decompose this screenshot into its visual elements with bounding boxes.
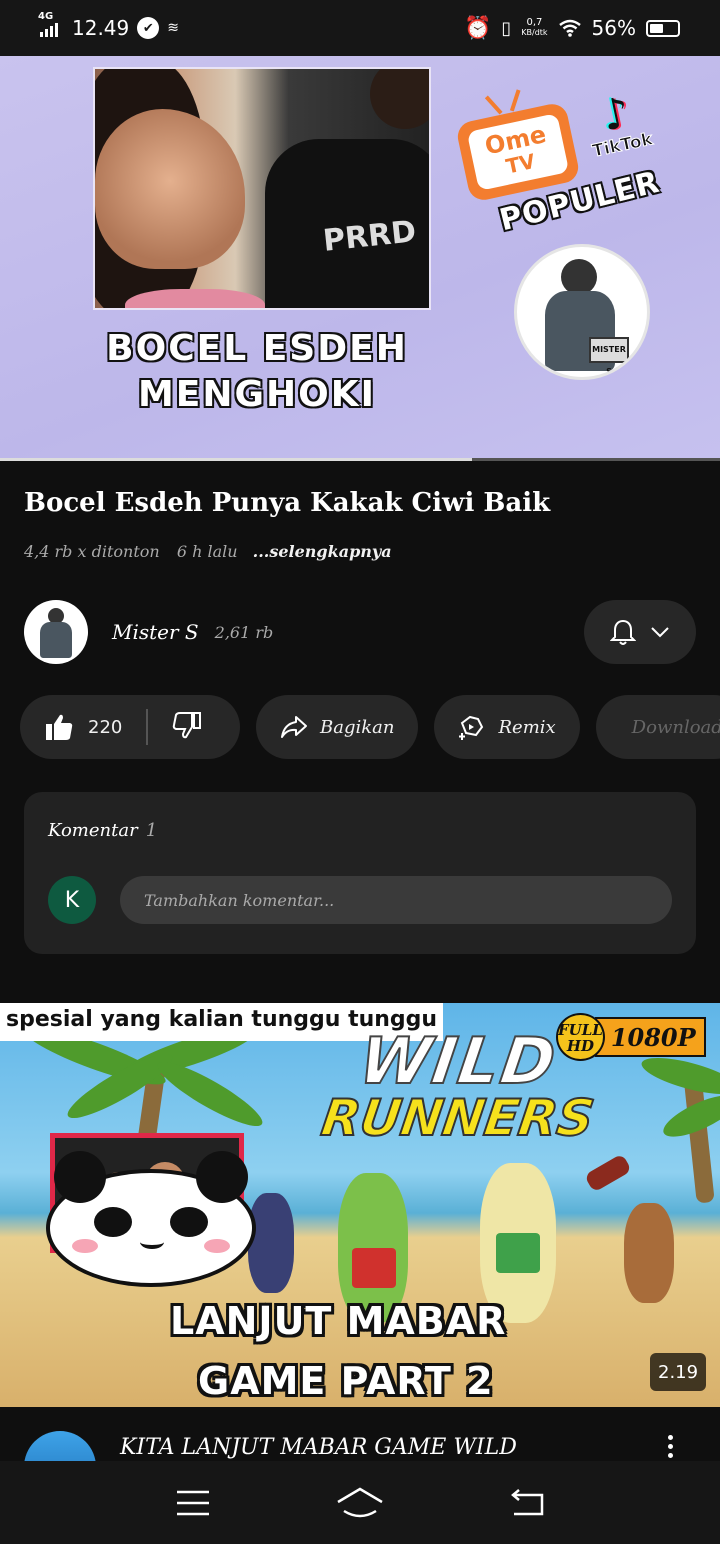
- add-comment-input[interactable]: Tambahkan komentar...: [120, 876, 672, 924]
- tiktok-logo: ♪ TikTok: [572, 84, 664, 163]
- view-count: 4,4 rb x ditonton: [24, 542, 160, 561]
- mister-s-badge: MISTER S: [514, 244, 650, 380]
- status-bar: 4G 12.49 ✔ ≋ ⏰ ▯ 0,7 KB/dtk 56%: [0, 0, 720, 56]
- remix-icon: [459, 715, 484, 740]
- thumbs-down-icon: [173, 711, 202, 738]
- panda-face-sticker: [46, 1151, 256, 1287]
- vibrate-icon: ▯: [501, 17, 512, 39]
- back-icon: [510, 1488, 543, 1515]
- video-progress-fill: [0, 458, 472, 461]
- full-hd-badge: FULL HD 1080P: [556, 1013, 706, 1061]
- comments-card[interactable]: Komentar 1 K Tambahkan komentar...: [24, 792, 696, 954]
- upload-age: 6 h lalu: [176, 542, 238, 561]
- thumbnail-caption-line1: LANJUT MABAR: [170, 1299, 507, 1343]
- next-channel-avatar[interactable]: [24, 1431, 96, 1461]
- video-title: Bocel Esdeh Punya Kakak Ciwi Baik: [24, 488, 551, 518]
- dislike-button[interactable]: [172, 710, 202, 745]
- check-icon: ✔: [137, 17, 160, 39]
- remix-button[interactable]: Remix: [434, 695, 580, 759]
- wifi-icon: [558, 19, 581, 37]
- comments-count: 1: [145, 820, 158, 841]
- comments-label: Komentar: [48, 820, 138, 841]
- download-button[interactable]: Download: [595, 695, 720, 759]
- back-button[interactable]: [497, 1478, 557, 1528]
- user-avatar: K: [48, 876, 96, 924]
- video-player[interactable]: PRRD BOCEL ESDEH MENGHOKI Ome TV ♪ TikTo…: [0, 56, 720, 458]
- game-title-runners: RUNNERS: [317, 1088, 599, 1148]
- ometv-logo-tv: TV: [503, 148, 538, 179]
- video-frame-photo: PRRD: [93, 67, 431, 310]
- next-video-title[interactable]: KITA LANJUT MABAR GAME WILD: [120, 1435, 517, 1460]
- signal-icon: 4G: [38, 11, 58, 37]
- action-bar: 220 Bagikan Remix Download: [20, 695, 720, 759]
- thumbnail-caption-line2: GAME PART 2: [198, 1359, 494, 1403]
- sim-icon: ≋: [167, 20, 179, 36]
- video-overlay-caption: BOCEL ESDEH MENGHOKI: [105, 327, 408, 416]
- chevron-down-icon: [651, 627, 669, 638]
- network-speed: 0,7 KB/dtk: [521, 17, 548, 38]
- menu-icon: [177, 1490, 210, 1515]
- download-label: Download: [631, 716, 720, 738]
- like-count: 220: [88, 716, 123, 738]
- video-progress-bar[interactable]: [0, 458, 720, 461]
- home-icon: [337, 1487, 383, 1517]
- share-button[interactable]: Bagikan: [256, 695, 419, 759]
- video-duration: 2.19: [650, 1353, 707, 1391]
- channel-name[interactable]: Mister S: [112, 620, 199, 644]
- video-meta[interactable]: 4,4 rb x ditonton 6 h lalu ...selengkapn…: [24, 542, 392, 561]
- thumbs-up-icon: [46, 714, 73, 740]
- recent-apps-button[interactable]: [163, 1478, 223, 1528]
- like-button[interactable]: 220: [44, 712, 122, 742]
- share-icon: [281, 716, 307, 738]
- next-video-info[interactable]: KITA LANJUT MABAR GAME WILD: [0, 1407, 720, 1461]
- clock: 12.49: [72, 16, 130, 40]
- like-dislike-group: 220: [20, 695, 240, 759]
- notification-bell-button[interactable]: [584, 600, 696, 664]
- system-navigation-bar: [0, 1461, 720, 1544]
- bell-icon: [610, 619, 636, 645]
- channel-avatar[interactable]: [24, 600, 88, 664]
- subscriber-count: 2,61 rb: [214, 622, 274, 642]
- alarm-icon: ⏰: [463, 15, 492, 41]
- more-options-icon[interactable]: [664, 1435, 676, 1458]
- home-button[interactable]: [330, 1478, 390, 1528]
- show-more-link[interactable]: ...selengkapnya: [253, 542, 392, 561]
- channel-row: Mister S 2,61 rb: [24, 600, 696, 664]
- comments-header: Komentar 1: [48, 820, 157, 841]
- battery-percent: 56%: [591, 16, 636, 40]
- game-title-wild: WILD: [354, 1024, 563, 1100]
- remix-label: Remix: [498, 716, 556, 738]
- share-label: Bagikan: [320, 716, 395, 738]
- battery-icon: [646, 19, 680, 37]
- like-divider: [146, 709, 149, 745]
- next-video-thumbnail[interactable]: spesial yang kalian tunggu tunggu WILD R…: [0, 1003, 720, 1407]
